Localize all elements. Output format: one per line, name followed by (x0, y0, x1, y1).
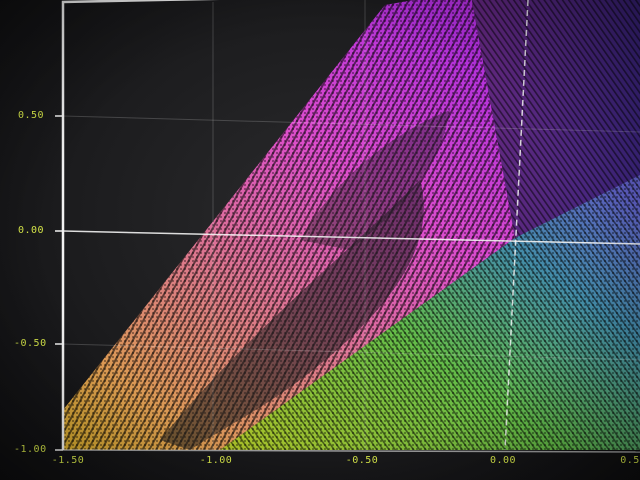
vector-field-plot (55, 0, 640, 453)
y-tick-label-m050: -0.50 (14, 338, 47, 349)
x-tick-label-m150: -1.50 (51, 455, 85, 466)
y-tick-label-m100: -1.00 (14, 444, 47, 455)
y-tick-label-050: 0.50 (18, 110, 45, 121)
y-tick-label-000: 0.00 (18, 225, 45, 236)
x-tick-label-050: 0.5 (620, 455, 640, 466)
x-tick-label-m100: -1.00 (199, 455, 233, 466)
monitor-screen: 0.50 0.00 -0.50 -1.00 -1.50 -1.00 -0.50 … (0, 0, 640, 480)
plot-frame-bottom (62, 449, 640, 453)
x-tick-label-000: 0.00 (489, 455, 517, 466)
x-tick-label-m050: -0.50 (345, 455, 379, 466)
